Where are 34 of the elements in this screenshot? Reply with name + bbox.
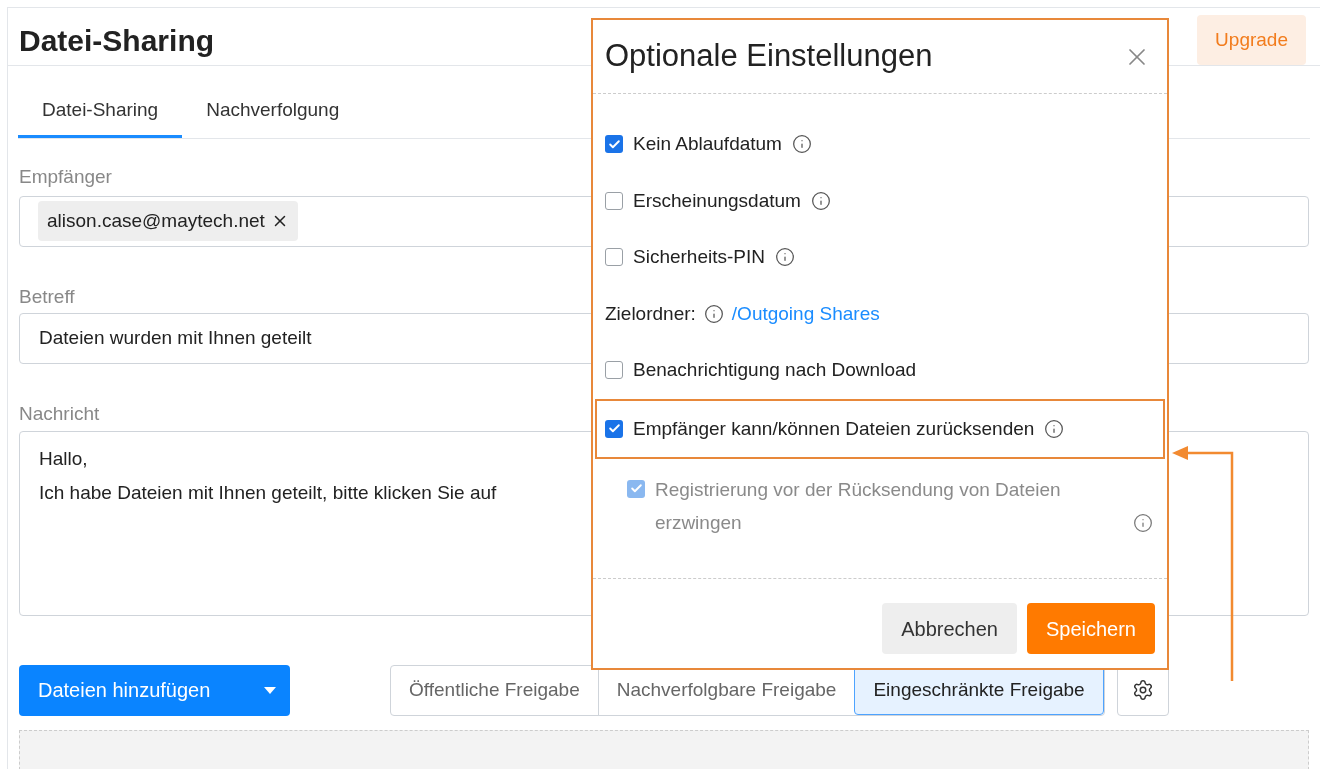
option-label: Sicherheits-PIN bbox=[633, 245, 765, 269]
info-icon[interactable] bbox=[1044, 418, 1065, 439]
message-line: Ich habe Dateien mit Ihnen geteilt, bitte klicken Sie auf bbox=[39, 480, 497, 505]
option-label: Erscheinungsdatum bbox=[633, 188, 801, 213]
info-icon[interactable] bbox=[791, 134, 812, 155]
option-label: Zielordner: bbox=[605, 301, 696, 326]
check-icon bbox=[629, 482, 643, 495]
info-icon[interactable] bbox=[703, 303, 724, 324]
caret-icon bbox=[264, 686, 276, 694]
dialog-button[interactable]: Abbrechen bbox=[882, 603, 1017, 654]
info-icon[interactable] bbox=[775, 247, 795, 268]
field-label: Empfänger bbox=[19, 165, 112, 189]
share-mode-option[interactable]: Öffentliche Freigabe bbox=[391, 665, 598, 715]
check-icon bbox=[607, 137, 621, 151]
checkbox[interactable] bbox=[605, 135, 623, 154]
option-label: Registrierung vor der Rücksendung von Dateien erzwingen bbox=[655, 478, 1062, 535]
checkbox[interactable] bbox=[605, 361, 623, 380]
option-label: Kein Ablaufdatum bbox=[633, 132, 782, 156]
dialog-title: Optionale Einstellungen bbox=[605, 37, 933, 76]
tab[interactable]: Nachverfolgung bbox=[182, 86, 364, 138]
checkbox[interactable] bbox=[605, 248, 623, 267]
option-label: Benachrichtigung nach Download bbox=[633, 358, 917, 382]
checkbox[interactable] bbox=[605, 191, 623, 210]
page-title: Datei-Sharing bbox=[19, 26, 215, 56]
message-line: Hallo, bbox=[39, 446, 88, 471]
recipient-chip: alison.case@maytech.net bbox=[38, 201, 298, 241]
info-icon[interactable] bbox=[810, 190, 831, 211]
settings-icon bbox=[1131, 679, 1154, 701]
field-label: Nachricht bbox=[19, 402, 100, 426]
field-label: Betreff bbox=[19, 284, 75, 309]
tab[interactable]: Datei-Sharing bbox=[18, 86, 183, 138]
folder-link[interactable]: /Outgoing Shares bbox=[731, 299, 880, 328]
checkbox[interactable] bbox=[605, 419, 623, 438]
add-files-button[interactable]: Dateien hinzufügen bbox=[19, 664, 290, 716]
